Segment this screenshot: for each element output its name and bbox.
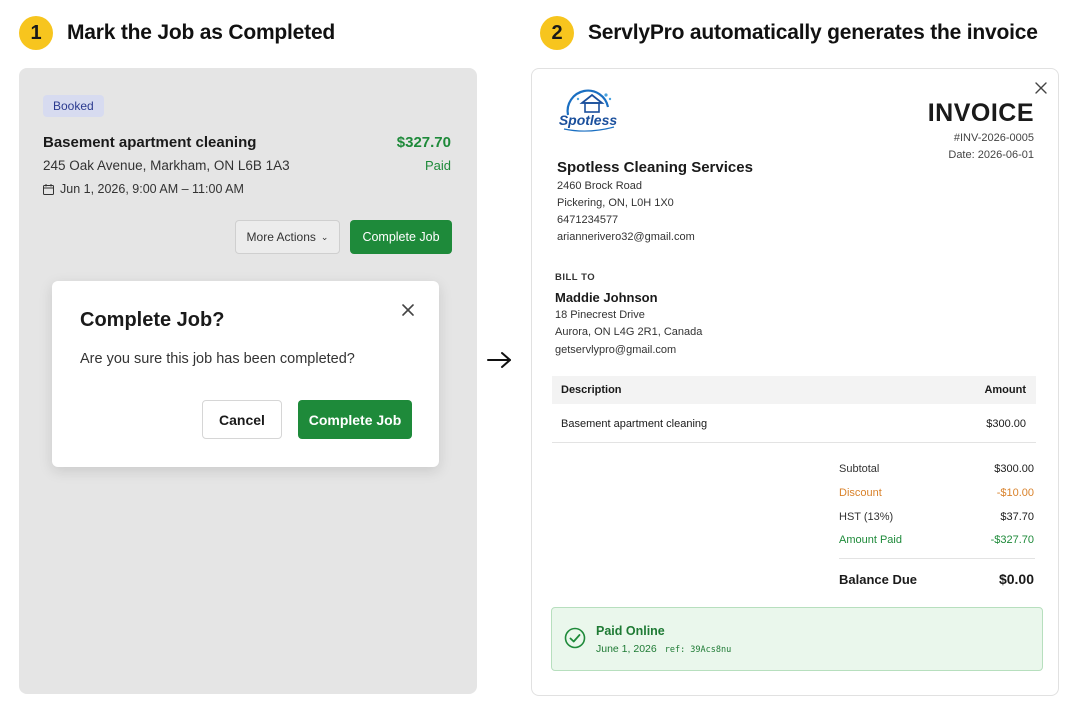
payment-confirmation: Paid Online June 1, 2026 ref: 39Acs8nu — [551, 607, 1043, 671]
step-1-header: 1 Mark the Job as Completed — [19, 16, 335, 50]
business-address-line1: 2460 Brock Road — [557, 180, 642, 192]
divider — [552, 442, 1036, 443]
complete-job-dialog: Complete Job? Are you sure this job has … — [52, 281, 439, 467]
step-2-title: ServlyPro automatically generates the in… — [588, 21, 1038, 44]
client-email: getservlypro@gmail.com — [555, 344, 677, 356]
chevron-down-icon: ⌄ — [320, 231, 329, 242]
cancel-button[interactable]: Cancel — [202, 400, 282, 439]
check-circle-icon — [564, 627, 586, 649]
calendar-icon — [43, 183, 54, 195]
more-actions-label: More Actions — [246, 230, 316, 244]
business-email: ariannerivero32@gmail.com — [557, 231, 695, 243]
invoice-date: Date: 2026-06-01 — [948, 149, 1034, 161]
tax-value: $37.70 — [1000, 511, 1034, 523]
payment-reference: ref: 39Acs8nu — [664, 645, 732, 655]
payment-status: Paid — [424, 158, 451, 173]
bill-to-label: BILL TO — [555, 272, 596, 283]
column-amount: Amount — [984, 384, 1026, 396]
status-badge: Booked — [43, 95, 104, 117]
subtotal-label: Subtotal — [839, 463, 880, 475]
invoice-heading: INVOICE — [927, 99, 1034, 127]
job-schedule-text: Jun 1, 2026, 9:00 AM – 11:00 AM — [60, 182, 244, 196]
dialog-message: Are you sure this job has been completed… — [80, 351, 355, 367]
dialog-title: Complete Job? — [80, 309, 225, 331]
balance-due-label: Balance Due — [839, 572, 918, 587]
job-address: 245 Oak Avenue, Markham, ON L6B 1A3 — [43, 158, 290, 173]
tax-label: HST (13%) — [839, 511, 894, 523]
subtotal-value: $300.00 — [994, 463, 1034, 475]
arrow-right-icon — [487, 352, 511, 368]
spotless-logo: Spotless — [559, 89, 618, 132]
payment-details: June 1, 2026 ref: 39Acs8nu — [596, 643, 731, 655]
job-title: Basement apartment cleaning — [43, 134, 257, 151]
balance-due-value: $0.00 — [998, 571, 1034, 587]
business-phone: 6471234577 — [557, 214, 619, 226]
divider — [839, 558, 1035, 559]
amount-paid-value: -$327.70 — [990, 534, 1034, 546]
step-1-title: Mark the Job as Completed — [67, 21, 336, 44]
more-actions-button[interactable]: More Actions ⌄ — [235, 220, 340, 254]
step-2-number: 2 — [540, 16, 574, 50]
business-address-line2: Pickering, ON, L0H 1X0 — [557, 197, 674, 209]
close-icon[interactable] — [399, 301, 417, 319]
client-address-line2: Aurora, ON L4G 2R1, Canada — [555, 326, 703, 338]
business-name: Spotless Cleaning Services — [557, 159, 753, 176]
line-items-header: Description Amount — [552, 376, 1036, 404]
client-address-line1: 18 Pinecrest Drive — [555, 309, 645, 321]
discount-value: -$10.00 — [996, 487, 1034, 499]
discount-label: Discount — [839, 487, 882, 499]
amount-paid-label: Amount Paid — [839, 534, 902, 546]
line-item-amount: $300.00 — [986, 418, 1026, 430]
invoice-number: #INV-2026-0005 — [953, 132, 1034, 144]
job-price: $327.70 — [396, 134, 451, 151]
line-item-description: Basement apartment cleaning — [561, 418, 708, 430]
job-schedule: Jun 1, 2026, 9:00 AM – 11:00 AM — [43, 182, 244, 196]
payment-title: Paid Online — [596, 624, 665, 638]
svg-text:Spotless: Spotless — [559, 112, 618, 128]
payment-date: June 1, 2026 — [596, 643, 657, 655]
invoice-card: Spotless INVOICE #INV-2026-0005 Date: 20… — [531, 68, 1059, 696]
client-name: Maddie Johnson — [555, 290, 658, 305]
close-icon[interactable] — [1034, 81, 1048, 95]
step-1-number: 1 — [19, 16, 53, 50]
complete-job-button[interactable]: Complete Job — [350, 220, 452, 254]
step-2-header: 2 ServlyPro automatically generates the … — [540, 16, 1038, 50]
column-description: Description — [561, 384, 622, 396]
confirm-complete-job-button[interactable]: Complete Job — [298, 400, 412, 439]
job-card-panel: Booked Basement apartment cleaning $327.… — [19, 68, 477, 694]
